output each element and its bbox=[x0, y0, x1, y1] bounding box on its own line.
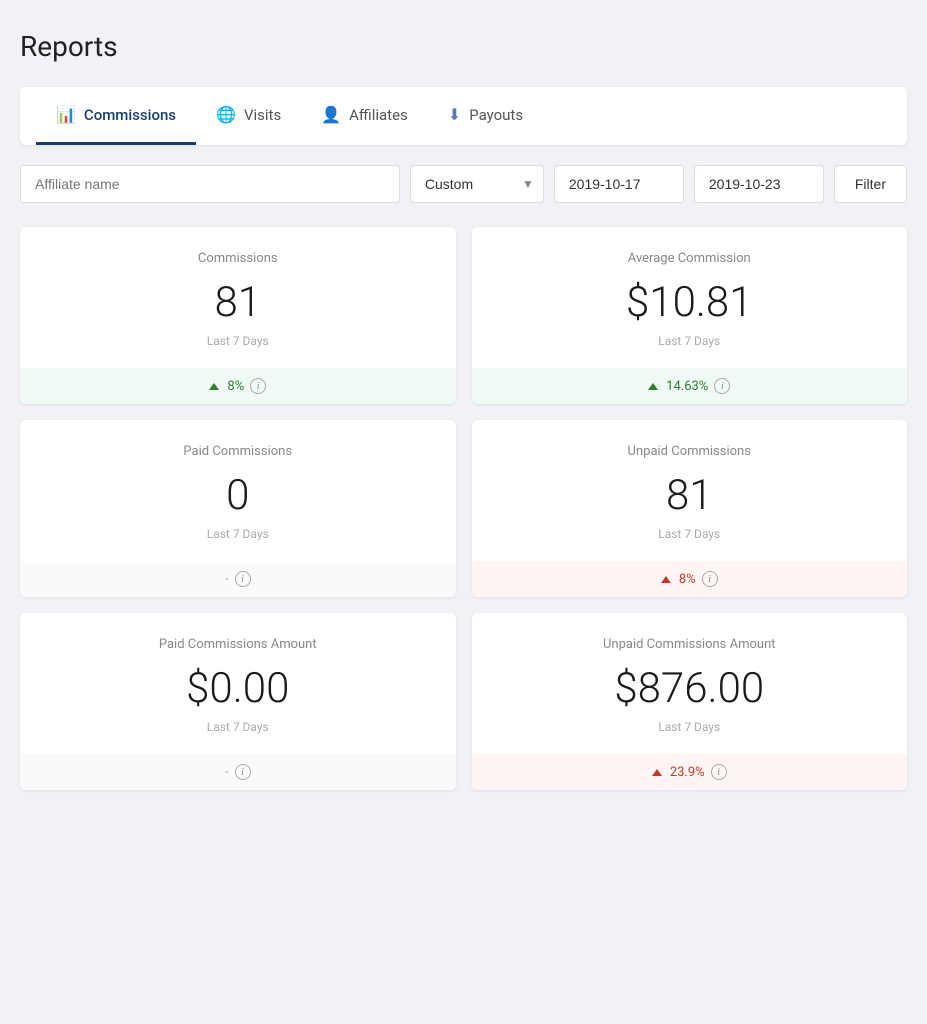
neutral-dash: - bbox=[225, 765, 229, 780]
period-select[interactable]: Custom Last 7 Days Last 30 Days Last 90 … bbox=[410, 165, 544, 203]
card-footer-text: 8% bbox=[227, 379, 244, 394]
card-value: 81 bbox=[492, 475, 888, 517]
card-body: Paid Commissions Amount $0.00 Last 7 Day… bbox=[20, 613, 456, 754]
tabs-container: 📊 Commissions 🌐 Visits 👤 Affiliates ⬇ Pa… bbox=[20, 87, 907, 145]
info-icon: i bbox=[235, 571, 251, 587]
period-select-wrapper: Custom Last 7 Days Last 30 Days Last 90 … bbox=[410, 165, 544, 203]
filter-button[interactable]: Filter bbox=[834, 165, 907, 203]
visits-icon: 🌐 bbox=[216, 105, 236, 124]
card-footer-text: 14.63% bbox=[666, 379, 708, 394]
card-value: 81 bbox=[40, 282, 436, 324]
card-sublabel: Last 7 Days bbox=[40, 527, 436, 541]
card-paid-commissions-amount: Paid Commissions Amount $0.00 Last 7 Day… bbox=[20, 613, 456, 790]
card-sublabel: Last 7 Days bbox=[492, 334, 888, 348]
payouts-icon: ⬇ bbox=[448, 105, 461, 124]
card-sublabel: Last 7 Days bbox=[492, 527, 888, 541]
card-unpaid-commissions-amount: Unpaid Commissions Amount $876.00 Last 7… bbox=[472, 613, 908, 790]
card-value: $10.81 bbox=[492, 282, 888, 324]
tab-payouts-label: Payouts bbox=[469, 106, 523, 124]
info-icon: i bbox=[714, 378, 730, 394]
card-sublabel: Last 7 Days bbox=[40, 720, 436, 734]
card-commissions: Commissions 81 Last 7 Days 8% i bbox=[20, 227, 456, 404]
card-unpaid-commissions: Unpaid Commissions 81 Last 7 Days 8% i bbox=[472, 420, 908, 597]
card-footer: 8% i bbox=[20, 368, 456, 404]
tab-commissions[interactable]: 📊 Commissions bbox=[36, 87, 196, 145]
date-start-input[interactable] bbox=[554, 165, 684, 203]
card-body: Average Commission $10.81 Last 7 Days bbox=[472, 227, 908, 368]
info-icon: i bbox=[711, 764, 727, 780]
card-footer-text: 8% bbox=[679, 572, 696, 587]
card-value: $0.00 bbox=[40, 668, 436, 710]
card-footer: - i bbox=[20, 754, 456, 790]
card-paid-commissions: Paid Commissions 0 Last 7 Days - i bbox=[20, 420, 456, 597]
card-body: Unpaid Commissions 81 Last 7 Days bbox=[472, 420, 908, 561]
tab-affiliates[interactable]: 👤 Affiliates bbox=[301, 87, 428, 145]
affiliates-icon: 👤 bbox=[321, 105, 341, 124]
card-footer: 23.9% i bbox=[472, 754, 908, 790]
card-label: Average Commission bbox=[492, 251, 888, 266]
card-value: $876.00 bbox=[492, 668, 888, 710]
tab-payouts[interactable]: ⬇ Payouts bbox=[428, 87, 543, 145]
info-icon: i bbox=[235, 764, 251, 780]
card-body: Paid Commissions 0 Last 7 Days bbox=[20, 420, 456, 561]
tab-commissions-label: Commissions bbox=[84, 106, 176, 124]
trend-arrow-up-icon bbox=[209, 383, 219, 390]
affiliate-name-input[interactable] bbox=[20, 165, 400, 203]
info-icon: i bbox=[250, 378, 266, 394]
card-sublabel: Last 7 Days bbox=[40, 334, 436, 348]
card-avg-commission: Average Commission $10.81 Last 7 Days 14… bbox=[472, 227, 908, 404]
filters-row: Custom Last 7 Days Last 30 Days Last 90 … bbox=[20, 165, 907, 203]
card-label: Paid Commissions Amount bbox=[40, 637, 436, 652]
neutral-dash: - bbox=[225, 572, 229, 587]
info-icon: i bbox=[702, 571, 718, 587]
tab-visits-label: Visits bbox=[244, 106, 281, 124]
trend-arrow-up-icon bbox=[648, 383, 658, 390]
tab-affiliates-label: Affiliates bbox=[349, 106, 408, 124]
cards-grid: Commissions 81 Last 7 Days 8% i Average … bbox=[20, 227, 907, 790]
commissions-icon: 📊 bbox=[56, 105, 76, 124]
card-sublabel: Last 7 Days bbox=[492, 720, 888, 734]
card-label: Unpaid Commissions Amount bbox=[492, 637, 888, 652]
card-value: 0 bbox=[40, 475, 436, 517]
card-label: Unpaid Commissions bbox=[492, 444, 888, 459]
card-body: Commissions 81 Last 7 Days bbox=[20, 227, 456, 368]
tab-visits[interactable]: 🌐 Visits bbox=[196, 87, 301, 145]
card-footer: 14.63% i bbox=[472, 368, 908, 404]
card-body: Unpaid Commissions Amount $876.00 Last 7… bbox=[472, 613, 908, 754]
date-end-input[interactable] bbox=[694, 165, 824, 203]
card-label: Commissions bbox=[40, 251, 436, 266]
trend-arrow-up-icon bbox=[661, 576, 671, 583]
card-footer-text: 23.9% bbox=[670, 765, 705, 780]
card-footer: 8% i bbox=[472, 561, 908, 597]
page-title: Reports bbox=[20, 30, 907, 63]
card-label: Paid Commissions bbox=[40, 444, 436, 459]
trend-arrow-up-icon bbox=[652, 769, 662, 776]
card-footer: - i bbox=[20, 561, 456, 597]
